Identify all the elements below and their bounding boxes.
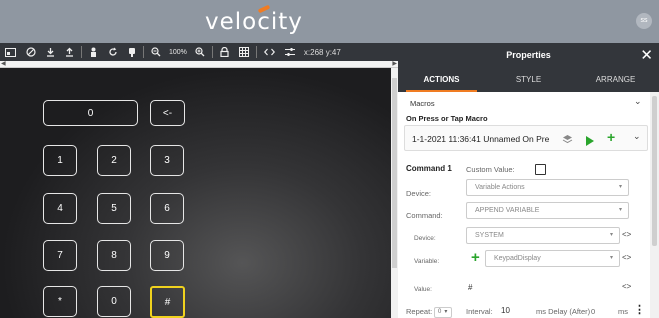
- value-label: Value:: [414, 286, 432, 293]
- user-avatar[interactable]: ss: [636, 13, 652, 29]
- keypad-key-hash[interactable]: #: [150, 286, 185, 318]
- delay-value[interactable]: 0: [591, 307, 595, 316]
- grid-icon[interactable]: [234, 43, 254, 61]
- sub-device-select[interactable]: SYSTEM ▾: [466, 227, 620, 244]
- toolbar-divider: [255, 46, 257, 58]
- properties-header: Properties ✕: [398, 43, 659, 68]
- app-header: velocity ss: [0, 0, 659, 43]
- canvas-horizontal-scrollbar[interactable]: ◀ ▶: [0, 61, 398, 68]
- add-icon[interactable]: +: [607, 129, 615, 145]
- download-icon[interactable]: [41, 43, 60, 61]
- tab-arrange[interactable]: ARRANGE: [572, 68, 659, 92]
- more-options-icon[interactable]: ⋮: [634, 303, 645, 316]
- delay-label: ms Delay (After): [536, 307, 591, 316]
- properties-title: Properties: [506, 50, 551, 60]
- layers-icon[interactable]: [562, 132, 573, 150]
- macros-chevron-down-icon[interactable]: ⌄: [634, 96, 642, 107]
- scrollbar-thumb[interactable]: [392, 78, 397, 268]
- macro-item[interactable]: 1-1-2021 11:36:41 Unnamed On Pre + ⌄: [404, 125, 648, 151]
- properties-panel: Properties ✕ ACTIONS STYLE ARRANGE Macro…: [398, 43, 659, 318]
- device-label: Device:: [406, 189, 432, 198]
- keypad-key-4[interactable]: 4: [43, 193, 77, 224]
- add-variable-icon[interactable]: +: [471, 249, 480, 266]
- custom-value-label: Custom Value:: [466, 165, 515, 174]
- chevron-down-icon[interactable]: ⌄: [633, 131, 641, 142]
- repeat-label: Repeat:: [406, 307, 433, 316]
- sliders-icon[interactable]: [280, 43, 300, 61]
- lock-icon[interactable]: [215, 43, 234, 61]
- dropdown-caret-icon: ▾: [618, 184, 622, 190]
- tab-actions[interactable]: ACTIONS: [398, 68, 485, 92]
- editor-toolbar: 100% x:268 y:47: [0, 43, 398, 61]
- keypad-backspace-button[interactable]: <-: [150, 100, 185, 126]
- interval-label: Interval:: [466, 307, 493, 316]
- command-select-value: APPEND VARIABLE: [475, 207, 540, 214]
- layout-icon[interactable]: [0, 43, 21, 61]
- variable-select-value: KeypadDisplay: [494, 255, 541, 262]
- scrollbar-thumb[interactable]: [652, 96, 657, 246]
- code-icon[interactable]: <>: [622, 253, 631, 262]
- keypad-key-2[interactable]: 2: [97, 145, 131, 176]
- scroll-right-icon[interactable]: ▶: [392, 60, 397, 67]
- command-label: Command:: [406, 211, 443, 220]
- properties-scrollbar[interactable]: [650, 92, 659, 318]
- macros-label: Macros: [410, 99, 435, 108]
- repeat-value: 0: [438, 309, 442, 315]
- scroll-left-icon[interactable]: ◀: [1, 60, 6, 67]
- refresh-icon[interactable]: [103, 43, 123, 61]
- sub-device-label: Device:: [414, 235, 436, 242]
- toolbar-divider: [143, 46, 144, 58]
- keypad-key-3[interactable]: 3: [150, 145, 184, 176]
- keypad-key-1[interactable]: 1: [43, 145, 77, 176]
- repeat-select[interactable]: 0 ▾: [434, 307, 452, 318]
- keypad-key-8[interactable]: 8: [97, 240, 131, 271]
- macro-name: 1-1-2021 11:36:41 Unnamed On Pre: [412, 134, 550, 144]
- toolbar-divider: [211, 46, 213, 58]
- zoom-out-icon[interactable]: [146, 43, 166, 61]
- keypad-display[interactable]: 0: [43, 100, 138, 126]
- command-select[interactable]: APPEND VARIABLE ▾: [466, 202, 629, 219]
- properties-tabs: ACTIONS STYLE ARRANGE: [398, 68, 659, 92]
- design-canvas[interactable]: 0 <- 1 2 3 4 5 6 7 8 9 * 0 #: [0, 68, 391, 318]
- keypad-key-7[interactable]: 7: [43, 240, 77, 271]
- zoom-level: 100%: [169, 48, 187, 56]
- device-select[interactable]: Variable Actions ▾: [466, 179, 629, 196]
- keypad-key-9[interactable]: 9: [150, 240, 184, 271]
- cursor-coordinates: x:268 y:47: [303, 47, 341, 57]
- keypad-key-6[interactable]: 6: [150, 193, 184, 224]
- value-field[interactable]: #: [468, 283, 472, 292]
- dropdown-caret-icon: ▾: [618, 207, 622, 213]
- upload-icon[interactable]: [60, 43, 79, 61]
- on-press-label: On Press or Tap Macro: [406, 114, 488, 123]
- interval-value[interactable]: 10: [501, 306, 510, 315]
- play-icon[interactable]: [586, 133, 594, 151]
- sub-device-select-value: SYSTEM: [475, 232, 504, 239]
- variable-label: Variable:: [414, 258, 440, 265]
- keypad-key-5[interactable]: 5: [97, 193, 131, 224]
- ms-label: ms: [618, 307, 628, 316]
- plug-icon[interactable]: [123, 43, 141, 61]
- dropdown-caret-icon: ▾: [444, 309, 448, 315]
- keypad-key-star[interactable]: *: [43, 286, 77, 317]
- close-icon[interactable]: ✕: [640, 46, 653, 64]
- dropdown-caret-icon: ▾: [609, 255, 613, 261]
- device-select-value: Variable Actions: [475, 184, 525, 191]
- dropdown-caret-icon: ▾: [609, 232, 613, 238]
- disable-icon[interactable]: [21, 43, 41, 61]
- variable-select[interactable]: KeypadDisplay ▾: [485, 250, 620, 267]
- canvas-vertical-scrollbar[interactable]: [391, 68, 398, 318]
- person-icon[interactable]: [84, 43, 103, 61]
- keypad-key-0[interactable]: 0: [97, 286, 131, 317]
- code-icon[interactable]: [259, 43, 280, 61]
- code-icon[interactable]: <>: [622, 282, 631, 291]
- code-icon[interactable]: <>: [622, 230, 631, 239]
- zoom-in-icon[interactable]: [190, 43, 210, 61]
- command-title: Command 1: [406, 164, 452, 173]
- velocity-logo: velocity: [205, 9, 303, 35]
- custom-value-checkbox[interactable]: [535, 164, 546, 175]
- tab-style[interactable]: STYLE: [485, 68, 572, 92]
- toolbar-divider: [81, 46, 82, 58]
